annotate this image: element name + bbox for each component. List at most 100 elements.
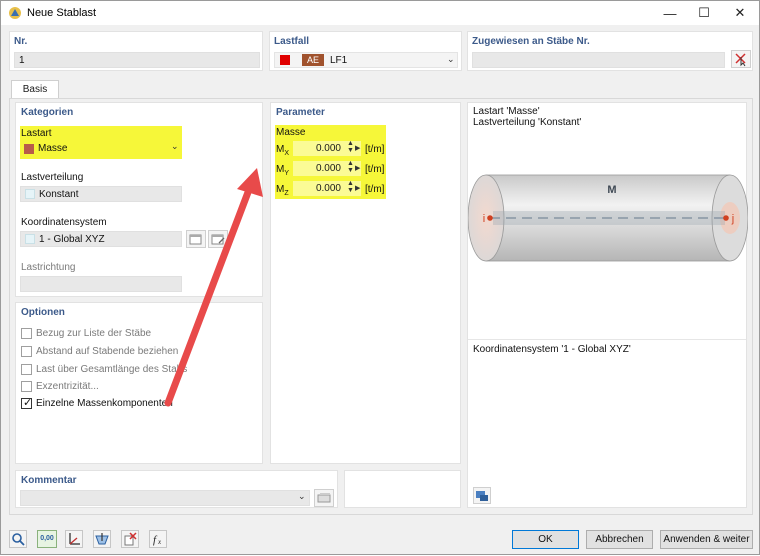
select-members-button[interactable]: [731, 50, 751, 68]
assigned-label: Zugewiesen an Stäbe Nr.: [472, 36, 590, 47]
spin-up-icon[interactable]: ▲: [347, 160, 354, 167]
chevron-down-icon: ⌄: [298, 491, 306, 501]
mz-label: MZ: [276, 184, 289, 197]
checkmark-icon: ✓: [23, 397, 33, 409]
preview-koord-text: Koordinatensystem '1 - Global XYZ': [473, 344, 631, 355]
lastart-select[interactable]: Masse ⌄: [21, 141, 181, 157]
koordsys-icon: [25, 234, 35, 244]
kategorien-header: Kategorien: [21, 107, 74, 118]
empty-panel: [344, 470, 461, 508]
apply-next-button[interactable]: Anwenden & weiter: [660, 530, 753, 549]
mx-label: MX: [276, 144, 290, 157]
arrow-right-icon[interactable]: ▶: [355, 164, 360, 172]
mx-unit: [t/m]: [365, 144, 385, 155]
kommentar-select[interactable]: ⌄: [20, 490, 310, 506]
parameter-panel: Parameter Masse MX 0.000 ▲ ▼ ▶ [t/m] MY …: [270, 102, 461, 464]
lastfall-badge: AE: [302, 54, 324, 66]
nr-value: 1: [19, 55, 25, 66]
lastverteilung-value: Konstant: [39, 189, 79, 200]
checkbox-einzelne-massenkomponenten[interactable]: ✓: [21, 397, 33, 409]
spin-up-icon[interactable]: ▲: [347, 180, 354, 187]
my-unit: [t/m]: [365, 164, 385, 175]
koordsys-field[interactable]: 1 - Global XYZ: [20, 231, 182, 247]
arrow-right-icon[interactable]: ▶: [355, 144, 360, 152]
delete-icon: [121, 530, 139, 548]
cancel-button[interactable]: Abbrechen: [586, 530, 653, 549]
preview-panel: Lastart 'Masse' Lastverteilung 'Konstant…: [467, 102, 748, 508]
lastfall-value: LF1: [330, 55, 348, 66]
lastfall-panel: Lastfall AE LF1 ⌄: [269, 31, 462, 71]
parameter-header: Parameter: [276, 107, 325, 118]
preview-settings-button[interactable]: [473, 487, 491, 504]
mz-input[interactable]: 0.000 ▲ ▼ ▶: [293, 180, 361, 196]
edit-window-icon: [211, 234, 225, 245]
preview-line-2: Lastverteilung 'Konstant': [473, 117, 582, 128]
nr-label: Nr.: [14, 36, 28, 47]
library-icon: [317, 493, 331, 503]
value-tool[interactable]: 0,00: [37, 530, 57, 548]
lastfall-label: Lastfall: [274, 36, 310, 47]
view-tool[interactable]: [93, 530, 111, 548]
my-input[interactable]: 0.000 ▲ ▼ ▶: [293, 160, 361, 176]
mx-input[interactable]: 0.000 ▲ ▼ ▶: [293, 140, 361, 156]
kommentar-header: Kommentar: [21, 475, 77, 486]
ok-button[interactable]: OK: [512, 530, 579, 549]
kommentar-library-button[interactable]: [314, 489, 334, 507]
new-koordsys-button[interactable]: [186, 230, 206, 248]
function-tool[interactable]: f x: [149, 530, 167, 548]
window-title: Neue Stablast: [27, 7, 97, 19]
axes-icon: [65, 530, 83, 548]
checkbox-exzentrizitaet: [21, 381, 32, 392]
option-label: Bezug zur Liste der Stäbe: [36, 328, 152, 339]
chevron-down-icon: ⌄: [171, 141, 179, 151]
lastfall-select[interactable]: AE LF1 ⌄: [274, 52, 458, 68]
pick-cursor-icon: [735, 53, 746, 67]
nr-field[interactable]: 1: [14, 52, 260, 68]
display-settings-icon: [476, 491, 488, 501]
mz-unit: [t/m]: [365, 184, 385, 195]
assigned-panel: Zugewiesen an Stäbe Nr.: [467, 31, 753, 71]
koordsys-label: Koordinatensystem: [21, 217, 107, 228]
tab-basis[interactable]: Basis: [11, 80, 59, 99]
spin-down-icon[interactable]: ▼: [347, 147, 354, 154]
help-tool[interactable]: [9, 530, 27, 548]
spin-down-icon[interactable]: ▼: [347, 167, 354, 174]
spin-down-icon[interactable]: ▼: [347, 187, 354, 194]
view-icon: [93, 530, 111, 548]
mx-value: 0.000: [315, 143, 341, 154]
assigned-field[interactable]: [472, 52, 725, 68]
spin-up-icon[interactable]: ▲: [347, 140, 354, 147]
arrow-right-icon[interactable]: ▶: [355, 184, 360, 192]
edit-koordsys-button[interactable]: [208, 230, 228, 248]
checkbox-gesamtlaenge: [21, 364, 32, 375]
my-value: 0.000: [315, 163, 341, 174]
option-label: Last über Gesamtlänge des Stabs: [36, 364, 188, 375]
option-label: Exzentrizität...: [36, 381, 99, 392]
search-icon: [9, 530, 27, 548]
kommentar-panel: Kommentar ⌄: [15, 470, 338, 508]
lastrichtung-field: [20, 276, 182, 292]
function-icon: f x: [149, 530, 167, 548]
app-icon: [9, 7, 21, 19]
mz-value: 0.000: [315, 183, 341, 194]
lastverteilung-label: Lastverteilung: [21, 172, 84, 183]
coordinate-tool[interactable]: [65, 530, 83, 548]
checkbox-bezug: [21, 328, 32, 339]
koordsys-value: 1 - Global XYZ: [39, 234, 105, 245]
new-window-icon: [189, 234, 202, 245]
option-label: Abstand auf Stabende beziehen: [36, 346, 179, 357]
optionen-panel: Optionen Bezug zur Liste der Stäbe Absta…: [15, 302, 263, 464]
lastfall-color-swatch: [280, 55, 290, 65]
node-j-label: j: [731, 213, 734, 225]
maximize-button[interactable]: ☐: [687, 1, 721, 25]
delete-tool[interactable]: [121, 530, 139, 548]
my-label: MY: [276, 164, 290, 177]
lastverteilung-field[interactable]: Konstant: [20, 186, 182, 202]
lastverteilung-icon: [25, 189, 35, 199]
node-i-label: i: [483, 213, 485, 225]
minimize-button[interactable]: —: [653, 1, 687, 25]
close-button[interactable]: ✕: [723, 1, 757, 25]
option-label[interactable]: Einzelne Massenkomponenten: [36, 398, 173, 409]
nr-panel: Nr. 1: [9, 31, 263, 71]
title-bar[interactable]: Neue Stablast — ☐ ✕: [1, 1, 759, 25]
